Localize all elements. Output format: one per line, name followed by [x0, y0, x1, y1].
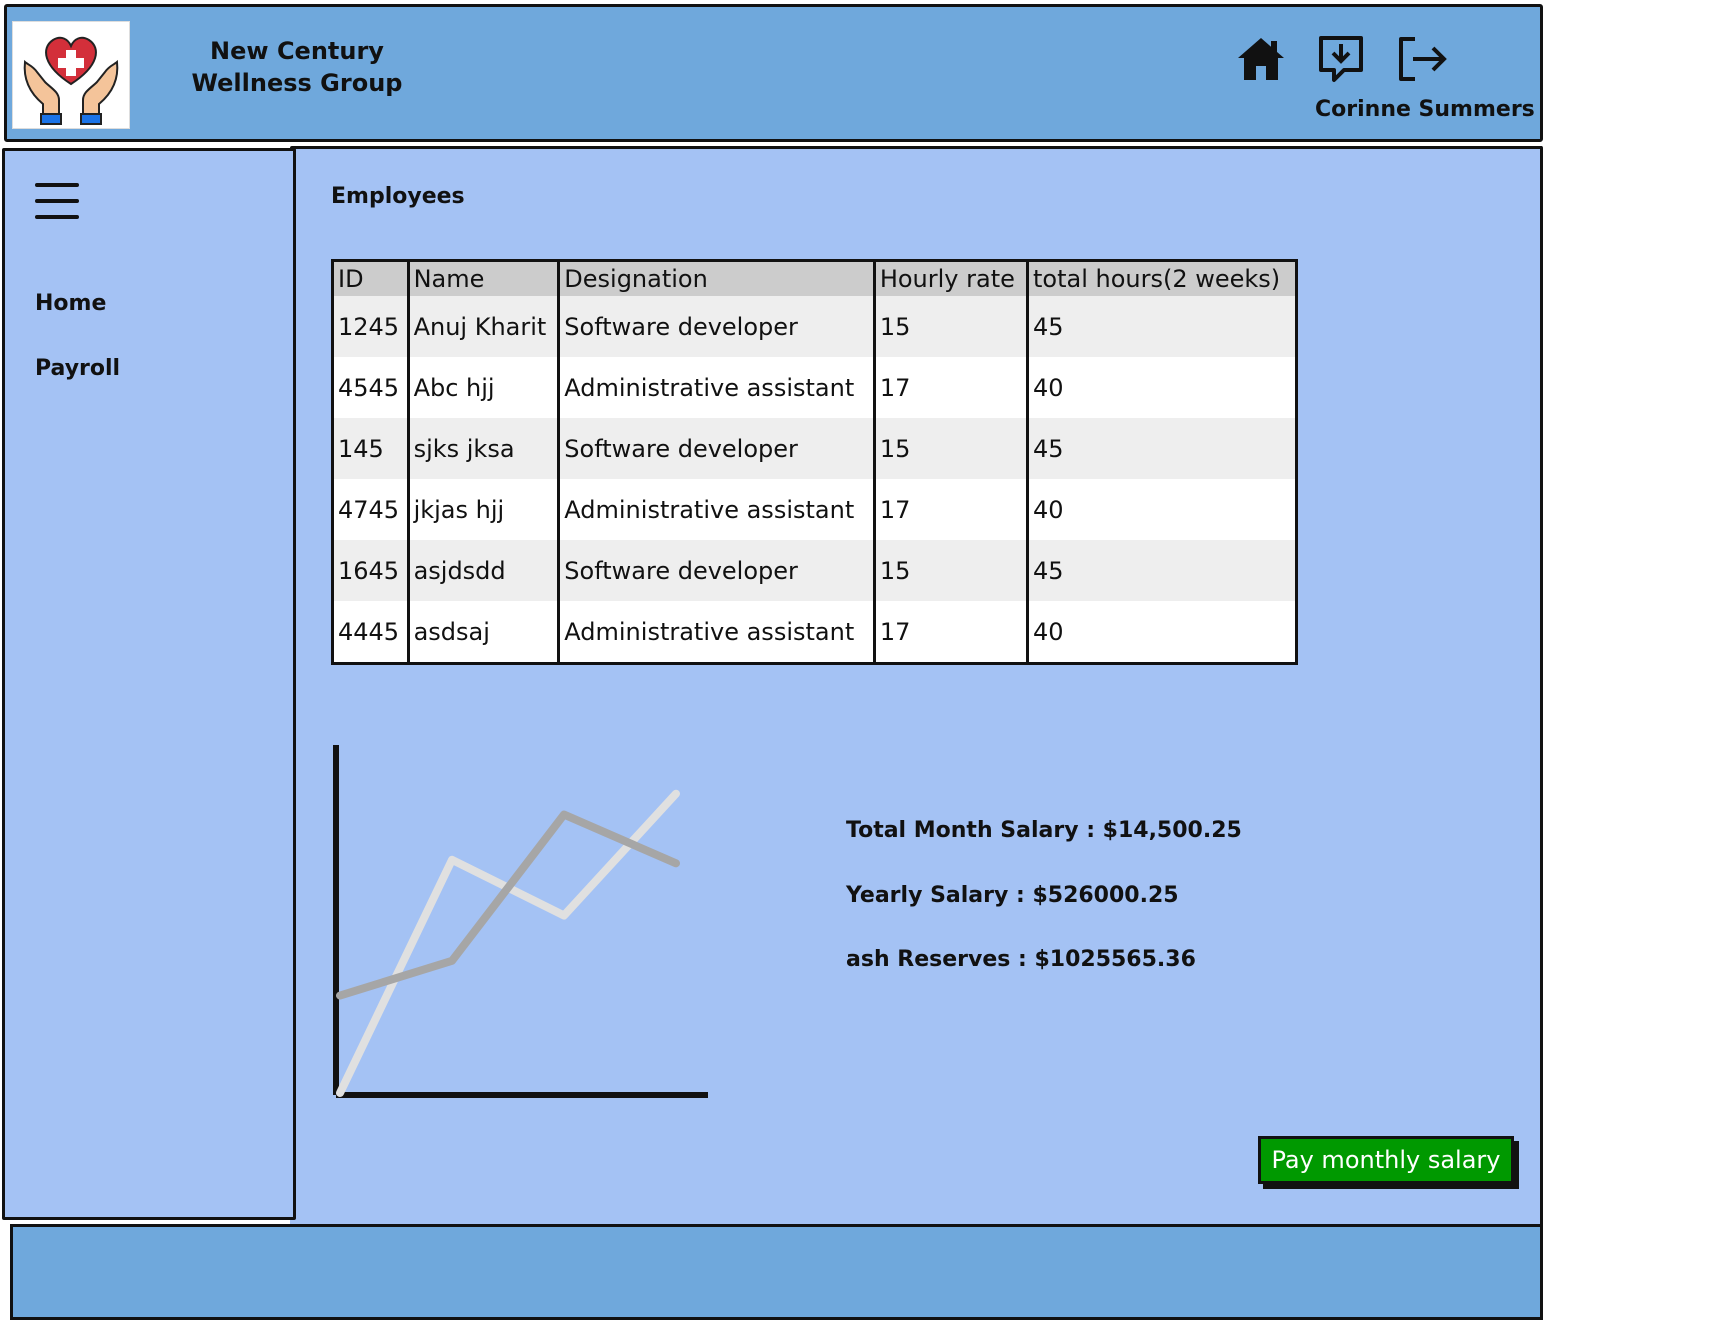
employees-table: ID Name Designation Hourly rate total ho…: [331, 259, 1298, 665]
cell-hourly-rate: 15: [872, 418, 1030, 479]
cell-id: 4745: [331, 479, 410, 540]
table-row[interactable]: 4545 Abc hjj Administrative assistant 17…: [331, 357, 1298, 418]
column-header-total-hours[interactable]: total hours(2 weeks): [1026, 260, 1298, 296]
cell-id: 4545: [331, 357, 410, 418]
sidebar-item-home[interactable]: Home: [35, 291, 106, 316]
table-header-row: ID Name Designation Hourly rate total ho…: [331, 260, 1298, 296]
cell-name: Abc hjj: [406, 357, 561, 418]
app-footer: [10, 1224, 1543, 1320]
cell-total-hours: 45: [1026, 540, 1298, 601]
cell-id: 1645: [331, 540, 410, 601]
cell-designation: Administrative assistant: [557, 479, 876, 540]
cell-total-hours: 45: [1026, 418, 1298, 479]
home-icon[interactable]: [1233, 33, 1289, 85]
cell-name: asdsaj: [406, 601, 561, 664]
cell-id: 145: [331, 418, 410, 479]
total-month-salary: Total Month Salary : $14,500.25: [846, 818, 1242, 843]
cell-hourly-rate: 17: [872, 601, 1030, 664]
cell-name: asjdsdd: [406, 540, 561, 601]
cell-name: sjks jksa: [406, 418, 561, 479]
cell-hourly-rate: 17: [872, 479, 1030, 540]
page-title: Employees: [331, 184, 465, 209]
cell-designation: Software developer: [557, 296, 876, 357]
column-header-hourly-rate[interactable]: Hourly rate: [872, 260, 1030, 296]
user-name[interactable]: Corinne Summers: [1315, 97, 1535, 122]
column-header-designation[interactable]: Designation: [557, 260, 876, 296]
cash-reserves: ash Reserves : $1025565.36: [846, 947, 1196, 972]
cell-total-hours: 45: [1026, 296, 1298, 357]
cell-total-hours: 40: [1026, 479, 1298, 540]
cell-designation: Software developer: [557, 540, 876, 601]
cell-total-hours: 40: [1026, 601, 1298, 664]
table-row[interactable]: 4445 asdsaj Administrative assistant 17 …: [331, 601, 1298, 664]
column-header-name[interactable]: Name: [406, 260, 561, 296]
column-header-id[interactable]: ID: [331, 260, 410, 296]
cell-id: 4445: [331, 601, 410, 664]
cell-hourly-rate: 15: [872, 296, 1030, 357]
table-row[interactable]: 145 sjks jksa Software developer 15 45: [331, 418, 1298, 479]
hamburger-icon[interactable]: [35, 183, 79, 223]
logout-icon[interactable]: [1394, 33, 1450, 85]
yearly-salary: Yearly Salary : $526000.25: [846, 883, 1179, 908]
cell-name: jkjas hjj: [406, 479, 561, 540]
cell-id: 1245: [331, 296, 410, 357]
cell-designation: Software developer: [557, 418, 876, 479]
sidebar: Home Payroll: [2, 148, 296, 1220]
app-header: New Century Wellness Group Corinne Summe…: [4, 4, 1543, 142]
cell-hourly-rate: 17: [872, 357, 1030, 418]
cell-hourly-rate: 15: [872, 540, 1030, 601]
sidebar-item-payroll[interactable]: Payroll: [35, 356, 120, 381]
salary-line-chart: [333, 745, 708, 1098]
series-line-2: [336, 810, 680, 1000]
table-row[interactable]: 4745 jkjas hjj Administrative assistant …: [331, 479, 1298, 540]
download-message-icon[interactable]: [1313, 33, 1369, 85]
logo-icon: [12, 21, 130, 129]
table-row[interactable]: 1245 Anuj Kharit Software developer 15 4…: [331, 296, 1298, 357]
cell-total-hours: 40: [1026, 357, 1298, 418]
cell-designation: Administrative assistant: [557, 601, 876, 664]
pay-monthly-salary-button[interactable]: Pay monthly salary: [1258, 1136, 1514, 1184]
brand-name: New Century Wellness Group: [191, 37, 403, 97]
cell-designation: Administrative assistant: [557, 357, 876, 418]
cell-name: Anuj Kharit: [406, 296, 561, 357]
table-row[interactable]: 1645 asjdsdd Software developer 15 45: [331, 540, 1298, 601]
